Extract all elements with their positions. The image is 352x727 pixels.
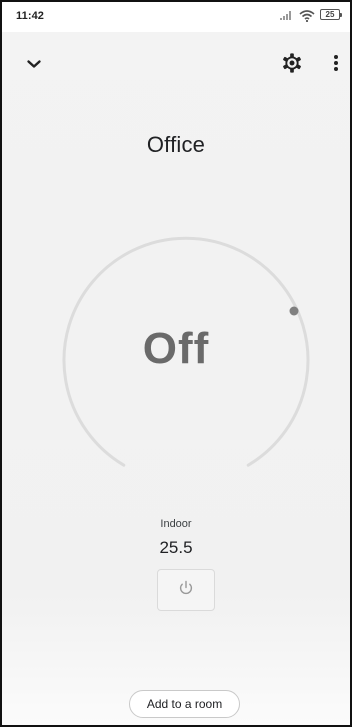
chevron-down-icon[interactable] (24, 54, 44, 74)
top-app-bar (2, 48, 350, 78)
indoor-label: Indoor (160, 518, 192, 530)
power-button[interactable] (157, 569, 215, 611)
add-to-room-button[interactable]: Add to a room (129, 690, 240, 718)
battery-icon: 25 (320, 9, 342, 20)
battery-level: 25 (325, 9, 335, 19)
device-name: Office (146, 132, 206, 157)
signal-icon (280, 10, 294, 20)
mode-label: Off (142, 324, 210, 373)
status-bar: 11:42 25 (2, 2, 350, 32)
status-icons: 25 (280, 9, 342, 26)
app-screen: 11:42 25 Office Off Indoor 25.5 Add to a… (0, 0, 352, 727)
status-time: 11:42 (16, 10, 45, 22)
more-vert-icon[interactable] (327, 52, 345, 74)
power-icon (177, 579, 195, 602)
wifi-icon (299, 10, 315, 22)
dial-knob (289, 306, 299, 316)
gear-icon[interactable] (281, 52, 303, 74)
indoor-temperature: 25.5 (159, 538, 193, 557)
